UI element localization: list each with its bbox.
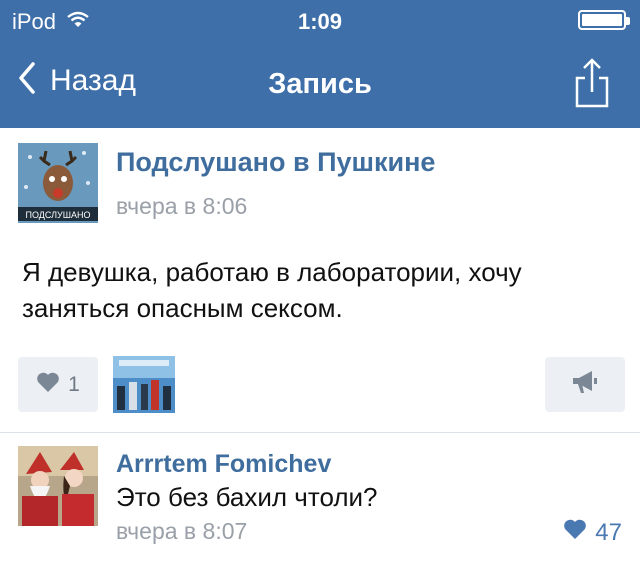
share-button[interactable]	[574, 56, 610, 115]
share-icon	[574, 58, 610, 114]
attached-photo[interactable]	[113, 356, 175, 413]
heart-icon	[563, 518, 587, 547]
comment-text: Это без бахил чтоли?	[116, 482, 378, 512]
comment-timestamp: вчера в 8:07	[116, 518, 248, 544]
page-title: Запись	[268, 68, 372, 100]
avatar-caption: ПОДСЛУШАНО	[26, 210, 91, 220]
megaphone-icon	[570, 369, 600, 400]
divider	[0, 432, 640, 433]
post-timestamp: вчера в 8:06	[116, 193, 248, 219]
comment-author[interactable]: Arrrtem Fomichev	[116, 450, 331, 479]
repost-button[interactable]	[545, 357, 625, 412]
heart-icon	[36, 371, 60, 399]
status-time: 1:09	[297, 9, 343, 34]
post-like-count: 1	[68, 372, 80, 396]
comment-like-button[interactable]: 47	[563, 518, 622, 547]
post-text: Я девушка, работаю в лаборатории, хочу з…	[22, 257, 522, 323]
group-name[interactable]: Подслушано в Пушкине	[116, 147, 435, 178]
comment-avatar[interactable]	[18, 446, 98, 526]
group-avatar[interactable]: ПОДСЛУШАНО	[18, 143, 98, 223]
post-like-button[interactable]: 1	[18, 357, 98, 412]
comment-like-count: 47	[595, 518, 622, 546]
post-header: ПОДСЛУШАНО Подслушано в Пушкине вчера в …	[18, 143, 618, 223]
battery-icon	[578, 10, 630, 30]
app-header: iPod 1:09 Назад Запись	[0, 0, 640, 128]
